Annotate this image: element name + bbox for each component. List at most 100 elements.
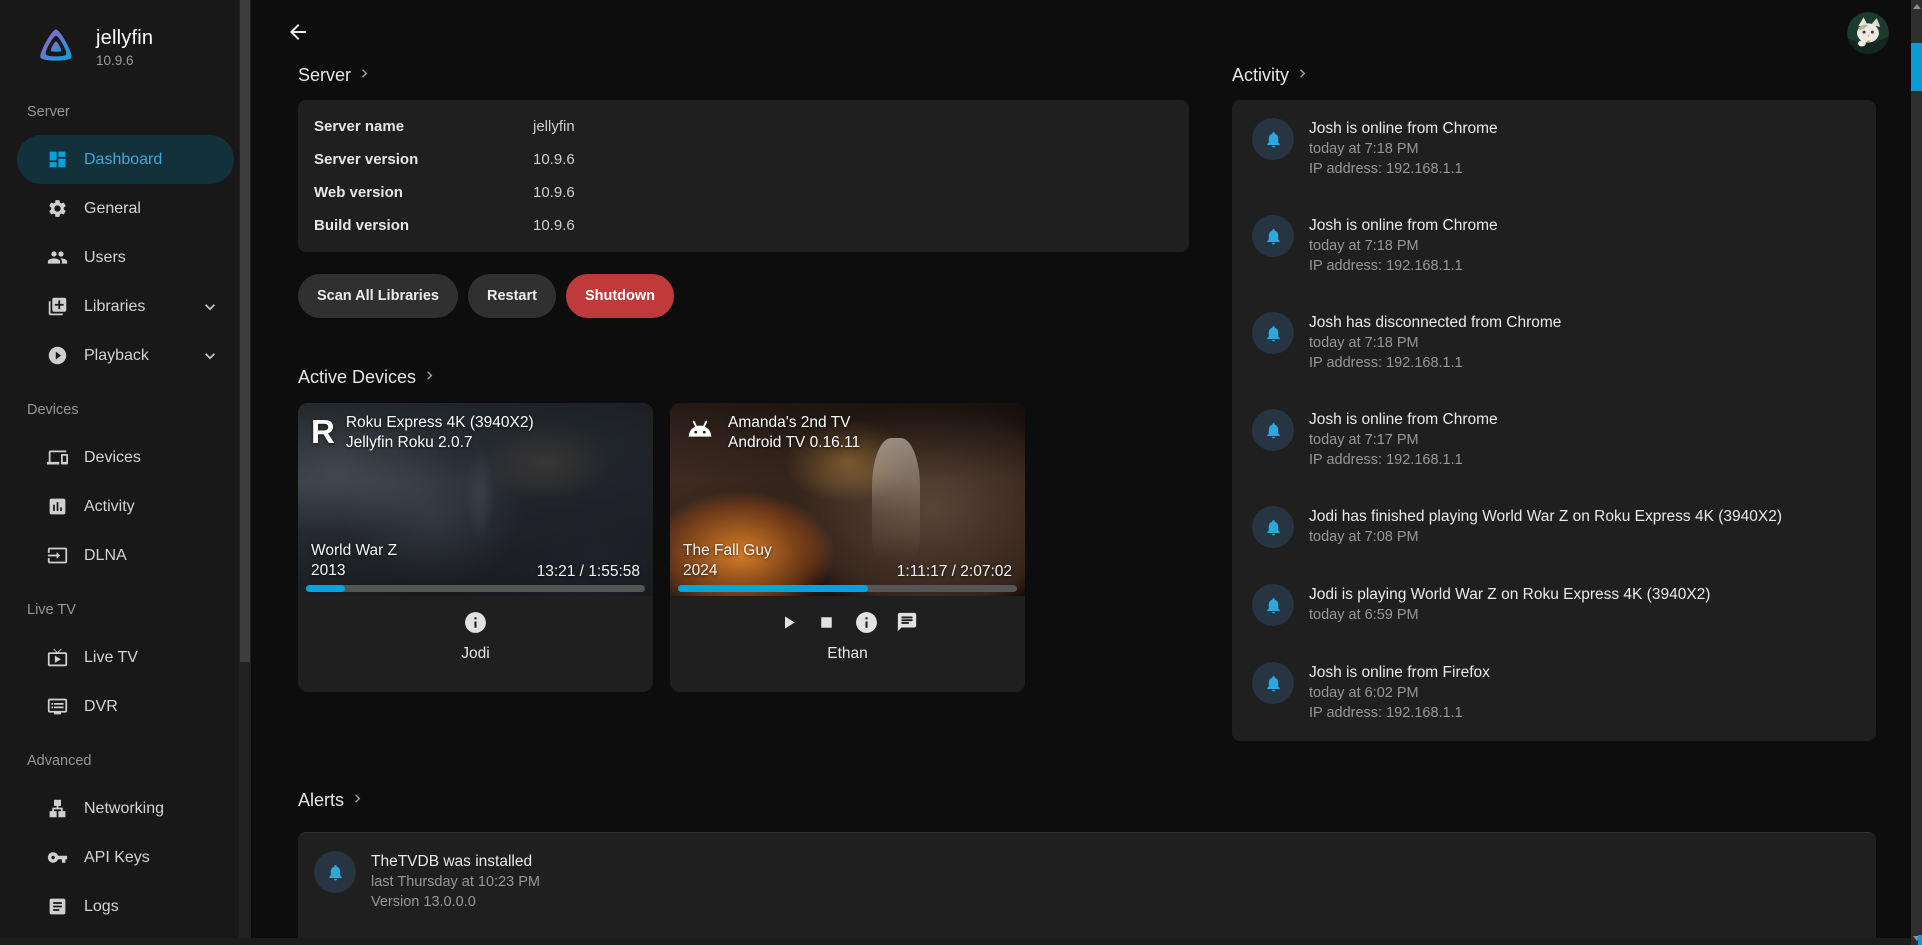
sidebar-item-general[interactable]: General bbox=[17, 184, 234, 233]
build-version-label: Build version bbox=[314, 216, 533, 235]
playback-time: 1:11:17 / 2:07:02 bbox=[897, 563, 1012, 581]
session-user: Jodi bbox=[298, 645, 653, 663]
bell-icon bbox=[1252, 409, 1294, 451]
scrollbar-accent bbox=[1918, 935, 1922, 945]
stop-button[interactable] bbox=[816, 612, 837, 633]
sidebar-item-live-tv[interactable]: Live TV bbox=[17, 633, 234, 682]
chevron-down-icon[interactable] bbox=[200, 346, 220, 366]
sidebar-item-label: Playback bbox=[84, 347, 149, 365]
roku-logo-icon: R bbox=[311, 415, 335, 448]
playback-progress-fill bbox=[306, 585, 345, 592]
library-add-icon bbox=[47, 296, 68, 317]
dvr-icon bbox=[47, 696, 68, 717]
sidebar-item-playback[interactable]: Playback bbox=[17, 331, 234, 380]
activity-title: Josh is online from Chrome bbox=[1309, 409, 1498, 430]
playback-time: 13:21 / 1:55:58 bbox=[537, 563, 640, 581]
server-info-card: Server name jellyfin Server version 10.9… bbox=[298, 100, 1189, 252]
sidebar-item-label: Live TV bbox=[84, 649, 138, 667]
scroll-up-icon[interactable] bbox=[1911, 1, 1922, 12]
shutdown-button[interactable]: Shutdown bbox=[566, 274, 674, 318]
horizontal-scrollbar[interactable] bbox=[0, 938, 1911, 945]
server-column: Server Server name jellyfin Server versi… bbox=[298, 64, 1189, 741]
sidebar-section-livetv: Live TV bbox=[27, 602, 251, 618]
sidebar-item-label: Activity bbox=[84, 498, 135, 516]
bell-icon bbox=[1252, 215, 1294, 257]
sidebar-item-dashboard[interactable]: Dashboard bbox=[17, 135, 234, 184]
sidebar-item-label: Networking bbox=[84, 800, 164, 818]
media-year: 2013 bbox=[311, 561, 397, 581]
sidebar-item-logs[interactable]: Logs bbox=[17, 882, 234, 931]
app-version: 10.9.6 bbox=[96, 53, 153, 68]
sidebar-section-devices: Devices bbox=[27, 402, 251, 418]
live-tv-icon bbox=[47, 647, 68, 668]
activity-time: today at 7:17 PM bbox=[1309, 430, 1498, 450]
sidebar-item-activity[interactable]: Activity bbox=[17, 482, 234, 531]
device-card-roku[interactable]: R Roku Express 4K (3940X2) Jellyfin Roku… bbox=[298, 403, 653, 692]
info-button[interactable] bbox=[854, 610, 879, 635]
activity-time: today at 6:59 PM bbox=[1309, 605, 1710, 625]
activity-column: Activity Josh is online from Chrome toda… bbox=[1232, 64, 1876, 741]
sidebar-section-advanced: Advanced bbox=[27, 753, 251, 769]
server-heading-label: Server bbox=[298, 65, 351, 86]
media-title: The Fall Guy bbox=[683, 541, 772, 561]
message-button[interactable] bbox=[896, 611, 918, 633]
alert-detail: Version 13.0.0.0 bbox=[371, 892, 540, 912]
sidebar-item-dlna[interactable]: DLNA bbox=[17, 531, 234, 580]
playback-progress-bar bbox=[306, 585, 645, 592]
sidebar-item-libraries[interactable]: Libraries bbox=[17, 282, 234, 331]
playback-controls bbox=[670, 596, 1025, 635]
sidebar-item-users[interactable]: Users bbox=[17, 233, 234, 282]
sidebar-item-label: Libraries bbox=[84, 298, 145, 316]
chevron-down-icon[interactable] bbox=[200, 297, 220, 317]
active-devices-row: R Roku Express 4K (3940X2) Jellyfin Roku… bbox=[298, 403, 1189, 692]
active-devices-heading[interactable]: Active Devices bbox=[298, 366, 1189, 388]
bell-icon bbox=[314, 851, 356, 893]
sidebar-scrollbar-thumb[interactable] bbox=[240, 0, 250, 662]
device-card-android-tv[interactable]: Amanda's 2nd TV Android TV 0.16.11 The F… bbox=[670, 403, 1025, 692]
jellyfin-logo-icon bbox=[36, 25, 76, 70]
sidebar-scrollbar[interactable] bbox=[239, 0, 251, 945]
alerts-heading[interactable]: Alerts bbox=[298, 789, 1876, 811]
sidebar-item-label: DVR bbox=[84, 698, 118, 716]
scan-all-libraries-button[interactable]: Scan All Libraries bbox=[298, 274, 458, 318]
sidebar-item-label: DLNA bbox=[84, 547, 127, 565]
now-playing-backdrop: Amanda's 2nd TV Android TV 0.16.11 The F… bbox=[670, 403, 1025, 596]
sidebar-item-devices[interactable]: Devices bbox=[17, 433, 234, 482]
sidebar: jellyfin 10.9.6 Server Dashboard General… bbox=[0, 0, 251, 945]
activity-ip: IP address: 192.168.1.1 bbox=[1309, 450, 1498, 470]
active-devices-label: Active Devices bbox=[298, 367, 416, 388]
sidebar-item-networking[interactable]: Networking bbox=[17, 784, 234, 833]
activity-time: today at 6:02 PM bbox=[1309, 683, 1490, 703]
server-section-heading[interactable]: Server bbox=[298, 64, 1189, 86]
user-avatar[interactable] bbox=[1847, 12, 1889, 54]
activity-ip: IP address: 192.168.1.1 bbox=[1309, 256, 1498, 276]
bell-icon bbox=[1252, 662, 1294, 704]
sidebar-item-label: Devices bbox=[84, 449, 141, 467]
back-button[interactable] bbox=[286, 20, 316, 46]
client-app-version: Android TV 0.16.11 bbox=[728, 433, 860, 453]
activity-heading[interactable]: Activity bbox=[1232, 64, 1876, 86]
restart-button[interactable]: Restart bbox=[468, 274, 556, 318]
sidebar-item-dvr[interactable]: DVR bbox=[17, 682, 234, 731]
chevron-right-icon bbox=[356, 64, 373, 87]
server-info-row: Build version 10.9.6 bbox=[314, 209, 1173, 242]
build-version-value: 10.9.6 bbox=[533, 216, 1173, 235]
activity-time: today at 7:18 PM bbox=[1309, 236, 1498, 256]
now-playing-backdrop: R Roku Express 4K (3940X2) Jellyfin Roku… bbox=[298, 403, 653, 596]
vertical-scrollbar-thumb[interactable] bbox=[1911, 43, 1922, 91]
alert-time: last Thursday at 10:23 PM bbox=[371, 872, 540, 892]
sidebar-item-api-keys[interactable]: API Keys bbox=[17, 833, 234, 882]
sidebar-item-label: Users bbox=[84, 249, 126, 267]
server-info-row: Server name jellyfin bbox=[314, 110, 1173, 143]
activity-title: Josh is online from Chrome bbox=[1309, 215, 1498, 236]
input-icon bbox=[47, 545, 68, 566]
server-name-label: Server name bbox=[314, 117, 533, 136]
sidebar-item-label: Logs bbox=[84, 898, 119, 916]
info-button[interactable] bbox=[463, 610, 488, 635]
activity-time: today at 7:18 PM bbox=[1309, 139, 1498, 159]
gear-icon bbox=[47, 198, 68, 219]
activity-time: today at 7:18 PM bbox=[1309, 333, 1561, 353]
playback-controls bbox=[298, 596, 653, 635]
play-button[interactable] bbox=[778, 612, 799, 633]
vertical-scrollbar[interactable] bbox=[1911, 0, 1922, 945]
